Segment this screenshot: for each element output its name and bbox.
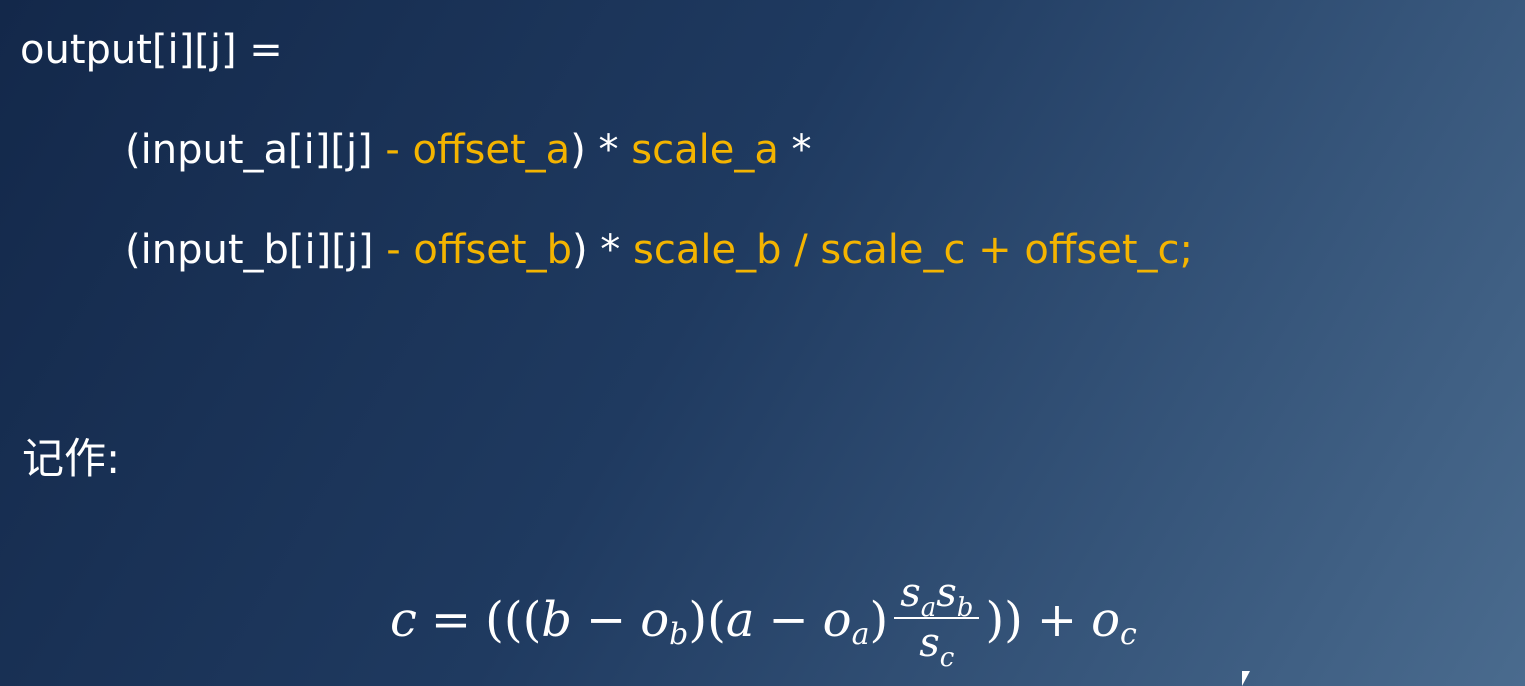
code-offset-a: - offset_a — [372, 127, 571, 173]
formula-close-end: )) — [985, 592, 1023, 648]
code-output-text: output[i][j] = — [20, 27, 283, 73]
formula-minus-2: − — [768, 592, 809, 648]
formula-b: b — [541, 592, 573, 648]
fraction-numerator: sasb — [894, 570, 979, 622]
notation-label: 记作: — [22, 434, 121, 483]
formula-o-b: o — [640, 592, 670, 648]
formula-sub-a: a — [851, 616, 870, 652]
formula-equals: = — [430, 592, 472, 648]
formula-close-a: ) — [869, 592, 889, 648]
formula-o-a: o — [822, 592, 852, 648]
fraction-denominator: sc — [913, 620, 960, 672]
frac-sub-c: c — [939, 643, 955, 673]
slide: output[i][j] = (input_a[i][j] - offset_a… — [0, 0, 1525, 686]
code-input-a: (input_a[i][j] — [125, 127, 373, 173]
formula-fraction: sasb sc — [894, 570, 980, 672]
code-input-b: (input_b[i][j] — [125, 227, 374, 273]
frac-sub-b: b — [956, 593, 974, 623]
formula-plus: + — [1036, 592, 1078, 648]
code-mult-2: * — [778, 127, 812, 173]
frac-s1: s — [900, 570, 921, 616]
code-mult-3: ) * — [571, 227, 634, 273]
mouse-cursor-icon — [1242, 671, 1250, 686]
formula-minus-1: − — [586, 592, 627, 648]
code-line-input-a: (input_a[i][j] - offset_a) * scale_a * — [125, 130, 812, 170]
formula-close-open: )( — [688, 592, 726, 648]
frac-sub-a: a — [920, 593, 937, 623]
code-offset-b: - offset_b — [373, 227, 572, 273]
formula-sub-b: b — [669, 616, 689, 652]
code-scale-expr: scale_b / scale_c + offset_c; — [633, 227, 1194, 273]
code-line-output: output[i][j] = — [20, 30, 283, 70]
frac-s2: s — [936, 570, 957, 616]
formula-a: a — [725, 592, 755, 648]
formula-open-parens: ((( — [485, 592, 542, 648]
code-line-input-b: (input_b[i][j] - offset_b) * scale_b / s… — [125, 230, 1193, 270]
code-mult-1: ) * — [570, 127, 632, 173]
frac-s3: s — [919, 620, 940, 666]
formula-o-c: o — [1091, 592, 1121, 648]
code-scale-a: scale_a — [631, 127, 779, 173]
formula-sub-c: c — [1120, 616, 1137, 652]
formula-c: c — [390, 592, 417, 648]
math-formula: c = ((( b − ob )( a − oa ) sasb sc )) + … — [390, 565, 1137, 675]
